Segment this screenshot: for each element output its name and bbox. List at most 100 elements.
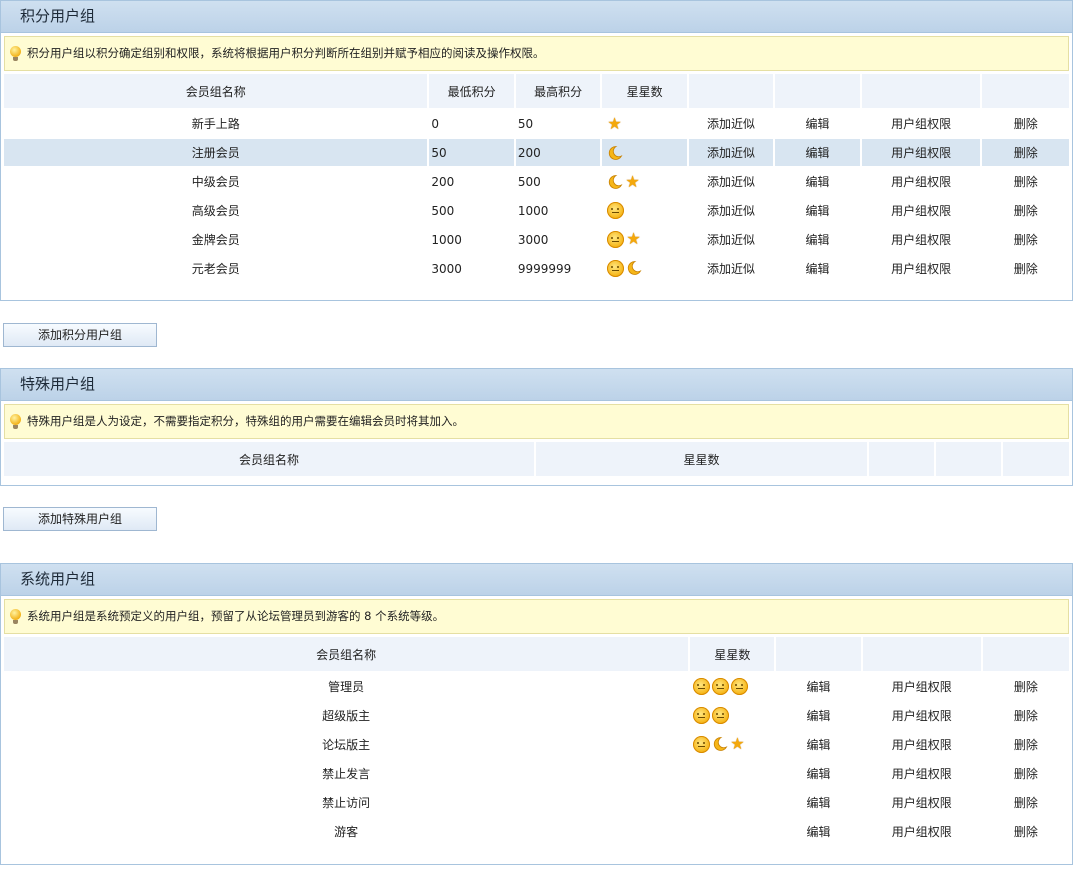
group-permissions-link[interactable]: 用户组权限 bbox=[861, 139, 981, 166]
add-similar-link[interactable]: 添加近似 bbox=[688, 139, 774, 166]
col-header-blank bbox=[982, 637, 1069, 671]
col-header-name: 会员组名称 bbox=[4, 637, 689, 671]
group-permissions-link[interactable]: 用户组权限 bbox=[863, 789, 981, 816]
stars-icons: ★ bbox=[607, 231, 642, 248]
table-header-row: 会员组名称 星星数 bbox=[4, 442, 1069, 476]
min-points: 50 bbox=[429, 139, 514, 166]
group-permissions-link[interactable]: 用户组权限 bbox=[862, 255, 981, 282]
stars-cell bbox=[602, 197, 686, 224]
col-header-max: 最高积分 bbox=[515, 74, 601, 108]
delete-link[interactable]: 删除 bbox=[982, 226, 1069, 253]
delete-link[interactable]: 删除 bbox=[982, 139, 1069, 166]
group-permissions-link[interactable]: 用户组权限 bbox=[863, 673, 981, 700]
group-permissions-link[interactable]: 用户组权限 bbox=[862, 197, 981, 224]
table-row: 新手上路 0 50 ★ 添加近似 编辑 用户组权限 删除 bbox=[4, 110, 1069, 137]
add-similar-link[interactable]: 添加近似 bbox=[689, 226, 773, 253]
lightbulb-icon bbox=[10, 414, 21, 429]
group-name: 元老会员 bbox=[191, 262, 240, 276]
stars-cell bbox=[690, 760, 774, 787]
system-group-tip: 系统用户组是系统预定义的用户组，预留了从论坛管理员到游客的 8 个系统等级。 bbox=[4, 599, 1069, 634]
add-similar-link[interactable]: 添加近似 bbox=[689, 168, 773, 195]
stars-icons bbox=[693, 678, 749, 695]
delete-link[interactable]: 删除 bbox=[982, 197, 1069, 224]
system-group-table: 会员组名称 星星数 管理员 编辑 用户组权限 删除 超级版主 编辑 用户组权限 删除 论坛版主 ★… bbox=[2, 635, 1071, 847]
col-header-name: 会员组名称 bbox=[4, 74, 428, 108]
edit-link[interactable]: 编辑 bbox=[775, 168, 859, 195]
table-header-row: 会员组名称 星星数 bbox=[4, 637, 1069, 671]
delete-link[interactable]: 删除 bbox=[982, 168, 1069, 195]
star-icon: ★ bbox=[607, 113, 622, 133]
edit-link[interactable]: 编辑 bbox=[776, 702, 860, 729]
delete-link[interactable]: 删除 bbox=[982, 255, 1069, 282]
col-header-blank bbox=[1003, 442, 1069, 476]
edit-link[interactable]: 编辑 bbox=[776, 760, 860, 787]
edit-link[interactable]: 编辑 bbox=[775, 255, 859, 282]
delete-link[interactable]: 删除 bbox=[982, 110, 1069, 137]
edit-link[interactable]: 编辑 bbox=[776, 673, 860, 700]
star-icon: ★ bbox=[730, 734, 745, 753]
min-points: 500 bbox=[431, 203, 455, 218]
max-points: 200 bbox=[515, 139, 601, 166]
stars-icons bbox=[607, 202, 625, 219]
system-group-title: 系统用户组 bbox=[1, 564, 1072, 596]
group-name: 超级版主 bbox=[322, 709, 371, 723]
points-group-panel: 积分用户组 积分用户组以积分确定组别和权限，系统将根据用户积分判断所在组别并赋予… bbox=[0, 0, 1073, 301]
edit-link[interactable]: 编辑 bbox=[775, 110, 859, 137]
group-permissions-link[interactable]: 用户组权限 bbox=[862, 226, 981, 253]
stars-icons bbox=[693, 707, 730, 724]
edit-link[interactable]: 编辑 bbox=[775, 226, 859, 253]
group-permissions-link[interactable]: 用户组权限 bbox=[862, 110, 981, 137]
col-header-name: 会员组名称 bbox=[4, 442, 534, 476]
add-similar-link[interactable]: 添加近似 bbox=[689, 255, 773, 282]
max-points: 50 bbox=[517, 116, 534, 131]
star-icon: ★ bbox=[626, 229, 641, 248]
sun-icon bbox=[731, 678, 749, 695]
stars-icons: ★ bbox=[693, 736, 746, 753]
group-permissions-link[interactable]: 用户组权限 bbox=[863, 760, 981, 787]
sun-icon bbox=[607, 202, 625, 219]
special-group-title: 特殊用户组 bbox=[1, 369, 1072, 401]
stars-cell: ★ bbox=[602, 110, 686, 137]
delete-link[interactable]: 删除 bbox=[983, 731, 1069, 758]
delete-link[interactable]: 删除 bbox=[983, 760, 1069, 787]
sun-icon bbox=[693, 707, 711, 724]
special-group-table: 会员组名称 星星数 bbox=[2, 440, 1071, 478]
group-permissions-link[interactable]: 用户组权限 bbox=[863, 702, 981, 729]
col-header-blank bbox=[862, 637, 981, 671]
delete-link[interactable]: 删除 bbox=[983, 702, 1069, 729]
moon-icon bbox=[626, 260, 642, 276]
edit-link[interactable]: 编辑 bbox=[775, 139, 860, 166]
add-similar-link[interactable]: 添加近似 bbox=[689, 197, 773, 224]
delete-link[interactable]: 删除 bbox=[983, 818, 1069, 845]
group-permissions-link[interactable]: 用户组权限 bbox=[862, 168, 981, 195]
min-points: 3000 bbox=[431, 261, 462, 276]
group-name: 论坛版主 bbox=[322, 738, 371, 752]
add-special-group-button[interactable]: 添加特殊用户组 bbox=[3, 507, 157, 531]
edit-link[interactable]: 编辑 bbox=[776, 731, 860, 758]
system-group-panel: 系统用户组 系统用户组是系统预定义的用户组，预留了从论坛管理员到游客的 8 个系… bbox=[0, 563, 1073, 865]
group-name: 游客 bbox=[334, 825, 359, 839]
edit-link[interactable]: 编辑 bbox=[775, 197, 859, 224]
edit-link[interactable]: 编辑 bbox=[776, 789, 860, 816]
group-permissions-link[interactable]: 用户组权限 bbox=[863, 731, 981, 758]
group-permissions-link[interactable]: 用户组权限 bbox=[863, 818, 981, 845]
sun-icon bbox=[712, 707, 730, 724]
stars-cell: ★ bbox=[690, 731, 774, 758]
min-points: 1000 bbox=[431, 232, 462, 247]
max-points: 1000 bbox=[517, 203, 549, 218]
special-group-tip: 特殊用户组是人为设定，不需要指定积分，特殊组的用户需要在编辑会员时将其加入。 bbox=[4, 404, 1069, 439]
points-group-table: 会员组名称 最低积分 最高积分 星星数 新手上路 0 50 ★ 添加近似 编辑 用户组权限删… bbox=[2, 72, 1071, 284]
star-icon: ★ bbox=[625, 171, 640, 191]
stars-cell bbox=[602, 255, 686, 282]
table-row: 中级会员 200 500 ★ 添加近似 编辑 用户组权限 删除 bbox=[4, 168, 1069, 195]
add-points-group-button[interactable]: 添加积分用户组 bbox=[3, 323, 157, 347]
sun-icon bbox=[693, 736, 711, 753]
group-name: 管理员 bbox=[328, 680, 365, 694]
table-row: 管理员 编辑 用户组权限 删除 bbox=[4, 673, 1069, 700]
edit-link[interactable]: 编辑 bbox=[776, 818, 860, 845]
col-header-stars: 星星数 bbox=[602, 74, 687, 108]
delete-link[interactable]: 删除 bbox=[983, 673, 1069, 700]
moon-icon bbox=[607, 174, 623, 190]
add-similar-link[interactable]: 添加近似 bbox=[689, 110, 773, 137]
delete-link[interactable]: 删除 bbox=[983, 789, 1069, 816]
